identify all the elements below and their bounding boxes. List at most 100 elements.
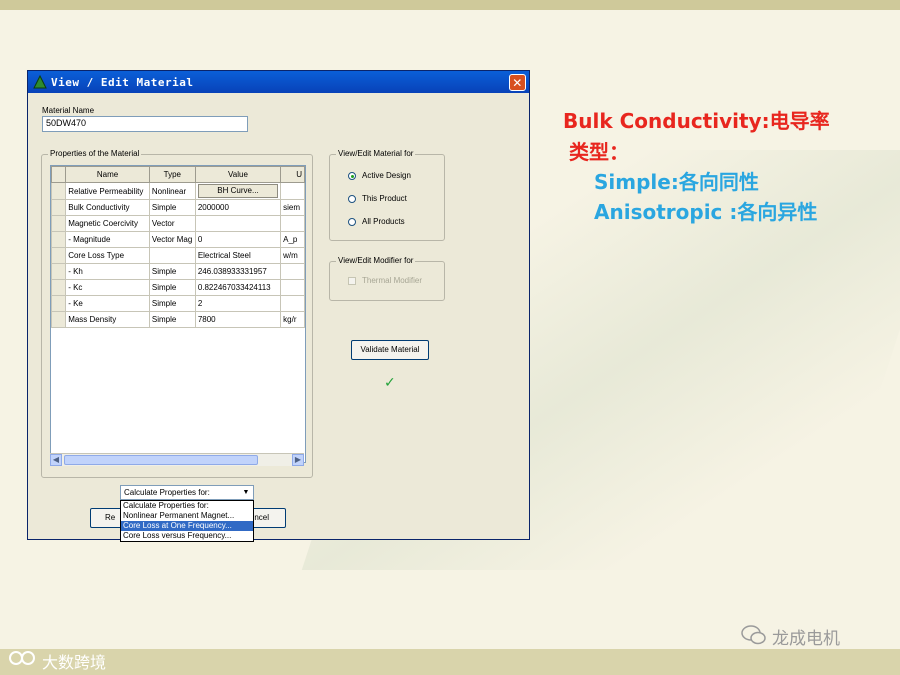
radio-label: All Products [362,217,405,226]
bh-curve-button[interactable]: BH Curve... [197,184,279,198]
watermark-logo-icon [8,648,40,673]
property-type[interactable]: Vector [148,215,196,232]
property-value[interactable]: Electrical Steel [194,247,282,264]
close-button[interactable]: ✕ [509,73,526,91]
close-icon: ✕ [512,75,523,90]
property-type[interactable]: Simple [148,199,196,216]
radio-active-design[interactable]: Active Design [348,171,411,180]
property-name[interactable]: - Magnitude [65,231,150,248]
table-row[interactable]: Core Loss Type Electrical Steel w/m [51,247,305,264]
dropdown-option[interactable]: Core Loss versus Frequency... [121,531,253,541]
dropdown-option-selected[interactable]: Core Loss at One Frequency... [121,521,253,531]
row-header-corner [51,166,67,183]
row-header[interactable] [51,279,67,296]
property-value[interactable]: 7800 [194,311,282,328]
material-name-label: Material Name [42,106,95,115]
property-name[interactable]: Bulk Conductivity [65,199,150,216]
anisotropic-note: Anisotropic :各向异性 [594,200,818,224]
thermal-modifier-checkbox[interactable]: Thermal Modifier [348,276,422,285]
combo-value: Calculate Properties for: [124,488,210,497]
property-unit[interactable] [280,182,305,200]
property-name[interactable]: - Kh [65,263,150,280]
table-row[interactable]: - Ke Simple 2 [51,295,305,312]
material-name-input[interactable]: 50DW470 [42,116,248,132]
property-value[interactable] [194,215,282,232]
property-name[interactable]: Relative Permeability [65,182,150,200]
chevron-left-icon: ◀ [52,455,60,464]
property-name[interactable]: Magnetic Coercivity [65,215,150,232]
row-header[interactable] [51,215,67,232]
slide-bottom-band [0,649,900,675]
table-row[interactable]: - Kc Simple 0.822467033424113 [51,279,305,296]
table-row[interactable]: Relative Permeability Nonlinear BH Curve… [51,182,305,200]
property-value[interactable]: 246.038933331957 [194,263,282,280]
radio-all-products[interactable]: All Products [348,217,405,226]
chevron-right-icon: ▶ [294,455,302,464]
column-header-unit[interactable]: U [280,166,305,183]
property-unit[interactable] [280,295,305,312]
table-row[interactable]: - Magnitude Vector Mag 0 A_p [51,231,305,248]
property-unit[interactable]: siem [280,199,305,216]
column-header-name[interactable]: Name [65,166,150,183]
row-header[interactable] [51,247,67,264]
property-value[interactable]: 0.822467033424113 [194,279,282,296]
radio-label: Active Design [362,171,411,180]
property-value[interactable]: 0 [194,231,282,248]
properties-grid[interactable]: Name Type Value U Relative Permeability … [50,165,306,463]
view-edit-modifier-label: View/Edit Modifier for [336,256,416,265]
checkbox-icon [348,276,356,285]
row-header[interactable] [51,182,67,200]
radio-unselected-icon [348,194,356,203]
property-name[interactable]: - Kc [65,279,150,296]
property-name[interactable]: Mass Density [65,311,150,328]
property-value[interactable]: 2000000 [194,199,282,216]
table-row[interactable]: - Kh Simple 246.038933331957 [51,263,305,280]
property-name[interactable]: Core Loss Type [65,247,150,264]
row-header[interactable] [51,231,67,248]
property-type[interactable]: Simple [148,295,196,312]
row-header[interactable] [51,263,67,280]
property-type[interactable]: Vector Mag [148,231,196,248]
table-row[interactable]: Bulk Conductivity Simple 2000000 siem [51,199,305,216]
slide-top-band [0,0,900,10]
property-name[interactable]: - Ke [65,295,150,312]
property-type[interactable]: Simple [148,279,196,296]
chevron-down-icon[interactable]: ▼ [240,487,252,498]
scroll-left-button[interactable]: ◀ [50,454,62,466]
scroll-thumb[interactable] [64,455,258,465]
dropdown-option[interactable]: Calculate Properties for: [121,501,253,511]
property-unit[interactable]: kg/r [280,311,305,328]
property-unit[interactable]: w/m [280,247,305,264]
dropdown-option[interactable]: Nonlinear Permanent Magnet... [121,511,253,521]
property-unit[interactable] [280,279,305,296]
radio-this-product[interactable]: This Product [348,194,407,203]
property-value[interactable]: BH Curve... [194,182,282,200]
bulk-conductivity-note: Bulk Conductivity:电导率 [563,109,830,133]
horizontal-scrollbar[interactable]: ◀ ▶ [50,453,304,466]
row-header[interactable] [51,295,67,312]
view-edit-for-label: View/Edit Material for [336,149,416,158]
column-header-value[interactable]: Value [194,166,282,183]
property-type[interactable] [148,247,196,264]
watermark-left: 大数跨境 [42,653,107,672]
property-value[interactable]: 2 [194,295,282,312]
property-unit[interactable] [280,215,305,232]
view-edit-material-dialog: View / Edit Material ✕ Material Name 50D… [27,70,530,542]
property-type[interactable]: Simple [148,263,196,280]
radio-unselected-icon [348,217,356,226]
table-row[interactable]: Magnetic Coercivity Vector [51,215,305,232]
property-type[interactable]: Simple [148,311,196,328]
row-header[interactable] [51,199,67,216]
property-type[interactable]: Nonlinear [148,182,196,200]
property-unit[interactable] [280,263,305,280]
row-header[interactable] [51,311,67,328]
dialog-titlebar[interactable]: View / Edit Material ✕ [28,71,529,93]
property-unit[interactable]: A_p [280,231,305,248]
calculate-properties-combo[interactable]: Calculate Properties for: ▼ [120,485,254,500]
scroll-right-button[interactable]: ▶ [292,454,304,466]
table-row[interactable]: Mass Density Simple 7800 kg/r [51,311,305,328]
properties-group-label: Properties of the Material [48,149,142,158]
column-header-type[interactable]: Type [148,166,196,183]
validate-material-button[interactable]: Validate Material [351,340,429,360]
wechat-icon [740,624,768,651]
